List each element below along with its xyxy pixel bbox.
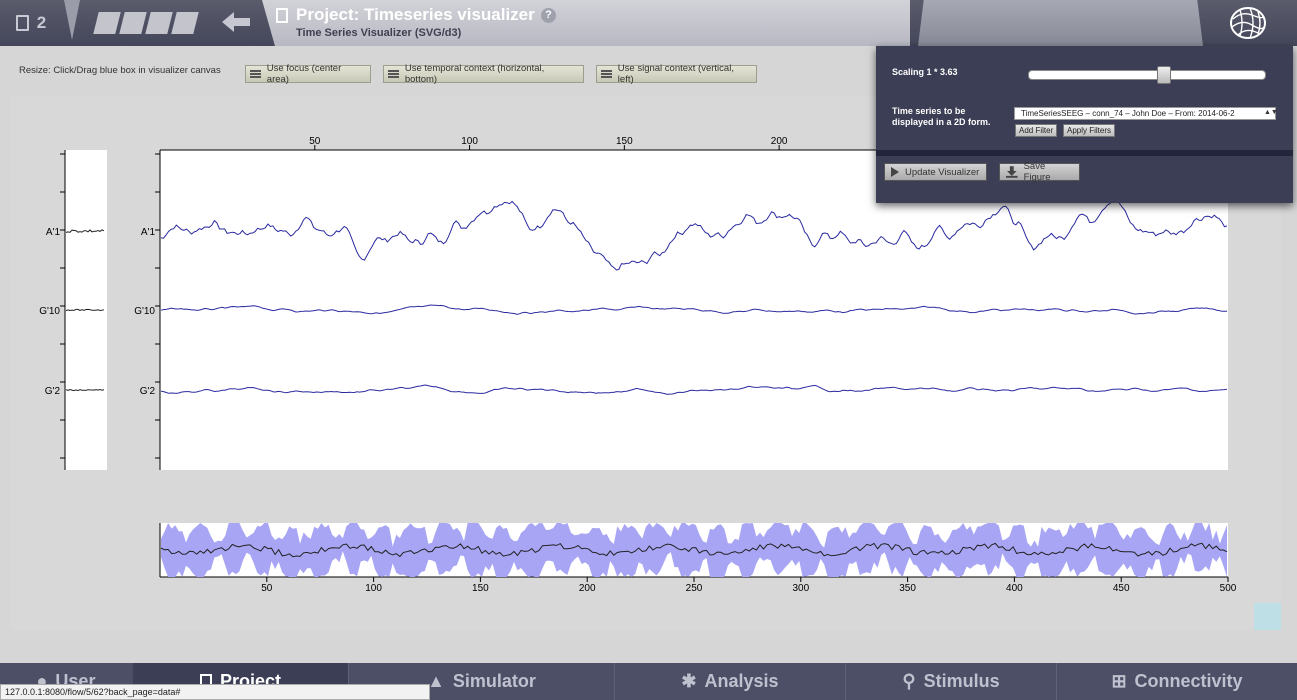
menu-lines-icon bbox=[601, 70, 612, 78]
channel-label: G'2 bbox=[140, 386, 156, 397]
bottom-axis-tick-label: 450 bbox=[1113, 583, 1130, 594]
document-icon bbox=[15, 15, 29, 31]
update-visualizer-label: Update Visualizer bbox=[905, 166, 980, 178]
bottom-axis-tick-label: 300 bbox=[792, 583, 809, 594]
scaling-slider[interactable] bbox=[1028, 66, 1266, 84]
menu-lines-icon bbox=[250, 70, 261, 78]
use-focus-button[interactable]: Use focus (center area) bbox=[245, 63, 371, 85]
bottom-axis-tick-label: 400 bbox=[1006, 583, 1023, 594]
back-arrow-icon[interactable] bbox=[220, 9, 254, 35]
bottom-axis-tick-label: 500 bbox=[1220, 583, 1237, 594]
bottom-axis-tick-label: 250 bbox=[686, 583, 703, 594]
top-bar-right-tab bbox=[918, 0, 1203, 46]
channel-label: A'1 bbox=[141, 227, 156, 238]
top-axis-tick-label: 100 bbox=[461, 136, 478, 147]
apply-filters-button[interactable]: Apply Filters bbox=[1063, 124, 1116, 137]
timeseries-select[interactable]: TimeSeriesSEEG – conn_74 – John Doe – Fr… bbox=[1014, 107, 1276, 120]
tab-analysis-label: Analysis bbox=[704, 671, 779, 691]
add-filter-button[interactable]: Add Filter bbox=[1015, 124, 1058, 137]
tab-simulator-label: Simulator bbox=[452, 671, 536, 691]
scaling-label: Scaling 1 * 3.63 bbox=[892, 67, 958, 77]
use-focus-label: Use focus (center area) bbox=[266, 63, 342, 85]
project-document-icon bbox=[276, 8, 288, 23]
bottom-axis-tick-label: 200 bbox=[579, 583, 596, 594]
menu-grid-icon[interactable] bbox=[93, 12, 199, 36]
analysis-gear-icon: ✱ bbox=[681, 671, 697, 691]
tab-analysis[interactable]: ✱ Analysis bbox=[615, 663, 845, 700]
bottom-axis-tick-label: 100 bbox=[365, 583, 382, 594]
history-count: 2 bbox=[36, 13, 47, 32]
tab-stimulus[interactable]: ⚲ Stimulus bbox=[846, 663, 1056, 700]
channel-label: G'10 bbox=[134, 306, 155, 317]
page-subtitle: Time Series Visualizer (SVG/d3) bbox=[296, 27, 462, 39]
use-temporal-context-label: Use temporal context (horizontal, bottom… bbox=[404, 63, 545, 85]
bottom-axis-tick-label: 150 bbox=[472, 583, 489, 594]
tab-connectivity[interactable]: ⊞ Connectivity bbox=[1057, 663, 1297, 700]
tab-connectivity-label: Connectivity bbox=[1134, 671, 1243, 691]
top-axis-tick-label: 150 bbox=[616, 136, 633, 147]
use-signal-context-label: Use signal context (vertical, left) bbox=[617, 63, 734, 85]
use-signal-context-button[interactable]: Use signal context (vertical, left) bbox=[596, 63, 757, 85]
context-channel-label: G'10 bbox=[39, 306, 60, 317]
panel-divider bbox=[876, 150, 1293, 156]
context-channel-label: A'1 bbox=[46, 227, 61, 238]
help-icon[interactable]: ? bbox=[541, 8, 556, 23]
context-channel-label: G'2 bbox=[45, 386, 61, 397]
status-bar-url: 127.0.0.1:8080/flow/5/62?back_page=data# bbox=[0, 684, 430, 700]
history-counter[interactable]: 2 bbox=[0, 0, 62, 46]
update-visualizer-button[interactable]: Update Visualizer bbox=[884, 163, 987, 181]
download-icon bbox=[1006, 166, 1018, 178]
timeseries-select-label: Time series to be displayed in a 2D form… bbox=[892, 106, 991, 127]
save-figure-label: Save Figure bbox=[1023, 161, 1051, 183]
play-icon bbox=[891, 167, 899, 177]
use-temporal-context-button[interactable]: Use temporal context (horizontal, bottom… bbox=[383, 63, 584, 85]
scroll-corner[interactable] bbox=[1254, 603, 1281, 630]
connectivity-icon: ⊞ bbox=[1111, 671, 1127, 691]
top-axis-tick-label: 200 bbox=[771, 136, 788, 147]
slider-handle[interactable] bbox=[1156, 66, 1171, 84]
bottom-axis-tick-label: 350 bbox=[899, 583, 916, 594]
page-title: Project: Timeseries visualizer bbox=[296, 5, 535, 24]
brain-logo-icon[interactable] bbox=[1228, 5, 1268, 41]
select-arrows-icon[interactable]: ▲▼ bbox=[1264, 109, 1278, 116]
bottom-axis-tick-label: 50 bbox=[261, 583, 273, 594]
stimulus-pin-icon: ⚲ bbox=[902, 671, 916, 691]
menu-lines-icon bbox=[388, 70, 399, 78]
save-figure-button[interactable]: Save Figure bbox=[999, 161, 1080, 183]
top-axis-tick-label: 50 bbox=[309, 136, 321, 147]
decorative-spike-icon bbox=[64, 0, 80, 40]
tab-stimulus-label: Stimulus bbox=[923, 671, 1000, 691]
resize-hint: Resize: Click/Drag blue box in visualize… bbox=[19, 65, 221, 76]
